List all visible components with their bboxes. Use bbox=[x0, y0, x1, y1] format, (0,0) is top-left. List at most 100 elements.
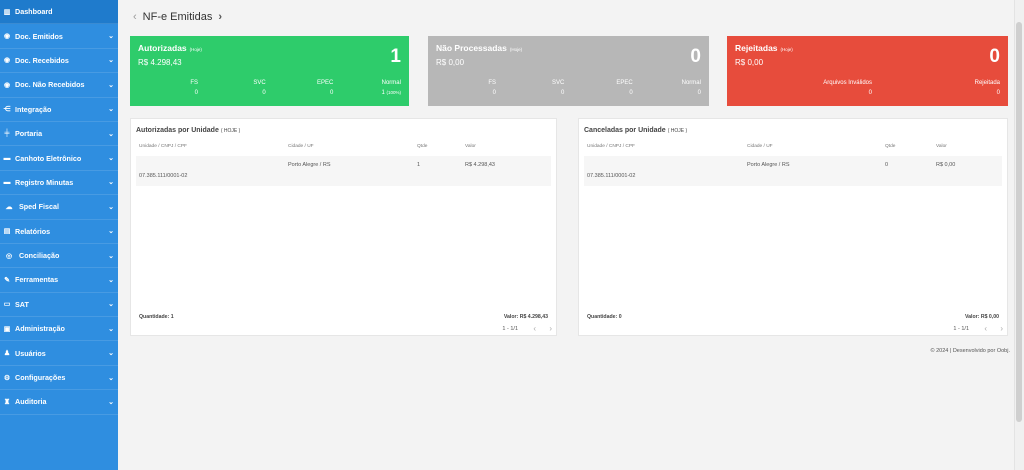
eye-icon: ◎ bbox=[5, 252, 13, 260]
sidebar-item-label: Usuários bbox=[15, 348, 46, 358]
cell-qtde: 0 bbox=[885, 162, 889, 168]
sidebar-item-configuracoes[interactable]: ⚙ Configurações ⌄ bbox=[0, 366, 118, 391]
sidebar-item-label: SAT bbox=[15, 299, 29, 309]
panel-autorizadas-por-unidade: Autorizadas por Unidade( HOJE ) Unidade … bbox=[130, 118, 557, 336]
circle-icon: ◉ bbox=[3, 57, 11, 65]
sidebar-item-usuarios[interactable]: ♟ Usuários ⌄ bbox=[0, 341, 118, 366]
sidebar-item-portaria[interactable]: ╪ Portaria ⌄ bbox=[0, 122, 118, 147]
card-autorizadas[interactable]: Autorizadas (Hoje) R$ 4.298,43 1 FS 0 SVC 0… bbox=[130, 36, 409, 106]
col-header-valor: Valor bbox=[936, 144, 947, 149]
binoculars-icon: ♜ bbox=[3, 398, 11, 406]
chevron-down-icon: ⌄ bbox=[108, 374, 114, 382]
sidebar-item-doc-nao-recebidos[interactable]: ◉ Doc. Não Recebidos ⌄ bbox=[0, 73, 118, 98]
footer-credit: © 2024 | Desenvolvido por Oobj. bbox=[930, 348, 1010, 354]
card-breakdown: FS 0 SVC 0 EPEC 0 Normal 0 bbox=[436, 80, 701, 96]
card-amount: R$ 0,00 bbox=[436, 58, 465, 67]
card-breakdown: FS 0 SVC 0 EPEC 0 Normal 1 (100%) bbox=[138, 80, 401, 96]
chevron-down-icon: ⌄ bbox=[108, 106, 114, 114]
page-title: NF-e Emitidas bbox=[142, 11, 213, 23]
sidebar-item-dashboard[interactable]: ▥ Dashboard bbox=[0, 0, 118, 25]
sidebar-item-conciliacao[interactable]: ◎ Conciliação ⌄ bbox=[0, 244, 118, 269]
sidebar-item-ferramentas[interactable]: ✎ Ferramentas ⌄ bbox=[0, 268, 118, 293]
sidebar: ▥ Dashboard ◉ Doc. Emitidos ⌄ ◉ Doc. Recebidos… bbox=[0, 0, 118, 470]
forward-arrow-icon[interactable]: › bbox=[218, 11, 222, 23]
card-amount: R$ 0,00 bbox=[735, 58, 764, 67]
sidebar-item-integracao[interactable]: ⋲ Integração ⌄ bbox=[0, 98, 118, 122]
list-icon: ▤ bbox=[3, 228, 11, 236]
truck-icon: ▬ bbox=[3, 154, 11, 162]
sidebar-item-registro-minutas[interactable]: ▬ Registro Minutas ⌄ bbox=[0, 171, 118, 196]
cell-cidade: Porto Alegre / RS bbox=[288, 162, 331, 168]
sidebar-item-label: Administração bbox=[15, 324, 65, 334]
panel-title: Autorizadas por Unidade( HOJE ) bbox=[136, 127, 241, 134]
breakdown-rejeitada: Rejeitada 0 bbox=[974, 80, 1000, 96]
chevron-down-icon: ⌄ bbox=[108, 276, 114, 284]
valor-total: Valor: R$ 0,00 bbox=[964, 314, 999, 320]
table-row[interactable] bbox=[136, 156, 551, 186]
pagination-info: 1 - 1/1 bbox=[953, 326, 969, 332]
col-header-cidade: Cidade / UF bbox=[747, 144, 773, 149]
sidebar-item-label: Canhoto Eletrônico bbox=[15, 153, 82, 163]
sidebar-item-label: Doc. Recebidos bbox=[15, 55, 69, 65]
circle-icon: ◉ bbox=[3, 33, 11, 41]
next-page-icon[interactable]: › bbox=[1000, 324, 1003, 333]
sidebar-item-label: Integração bbox=[15, 104, 52, 114]
cell-unidade: 07.385.111/0001-02 bbox=[139, 173, 188, 179]
scrollbar-thumb[interactable] bbox=[1016, 22, 1022, 422]
sidebar-item-canhoto-eletronico[interactable]: ▬ Canhoto Eletrônico ⌄ bbox=[0, 146, 118, 171]
quantidade-total: Quantidade: 0 bbox=[587, 314, 622, 320]
cell-cidade: Porto Alegre / RS bbox=[747, 162, 790, 168]
breakdown-fs: FS 0 bbox=[488, 80, 496, 96]
sidebar-item-sped-fiscal[interactable]: ☁ Sped Fiscal ⌄ bbox=[0, 195, 118, 220]
sidebar-item-doc-recebidos[interactable]: ◉ Doc. Recebidos ⌄ bbox=[0, 49, 118, 74]
card-title: Não Processadas (Hoje) bbox=[436, 43, 523, 53]
cell-qtde: 1 bbox=[417, 162, 421, 168]
sidebar-item-label: Dashboard bbox=[15, 7, 53, 17]
back-arrow-icon[interactable]: ‹ bbox=[133, 11, 137, 23]
card-title: Autorizadas (Hoje) bbox=[138, 43, 202, 53]
breakdown-arquivos-invalidos: Arquivos Inválidos 0 bbox=[823, 80, 872, 96]
card-rejeitadas[interactable]: Rejeitadas (Hoje) R$ 0,00 0 Arquivos Invá… bbox=[727, 36, 1008, 106]
panel-title: Canceladas por Unidade( HOJE ) bbox=[584, 127, 688, 134]
sidebar-item-relatorios[interactable]: ▤ Relatórios ⌄ bbox=[0, 220, 118, 244]
briefcase-icon: ▣ bbox=[3, 325, 11, 333]
chevron-down-icon: ⌄ bbox=[108, 33, 114, 41]
col-header-qtde: Qtde bbox=[417, 144, 428, 149]
card-count: 0 bbox=[690, 46, 701, 67]
sidebar-item-label: Portaria bbox=[15, 129, 43, 139]
circle-icon: ◉ bbox=[3, 81, 11, 89]
prev-page-icon[interactable]: ‹ bbox=[533, 324, 536, 333]
card-title: Rejeitadas (Hoje) bbox=[735, 43, 793, 53]
gears-icon: ⚙ bbox=[3, 374, 11, 382]
cloud-icon: ☁ bbox=[5, 203, 13, 211]
quantidade-total: Quantidade: 1 bbox=[139, 314, 174, 320]
table-row[interactable] bbox=[584, 156, 1002, 186]
sidebar-item-auditoria[interactable]: ♜ Auditoria ⌄ bbox=[0, 390, 118, 415]
sidebar-item-doc-emitidos[interactable]: ◉ Doc. Emitidos ⌄ bbox=[0, 24, 118, 49]
chevron-down-icon: ⌄ bbox=[108, 325, 114, 333]
chevron-down-icon: ⌄ bbox=[108, 350, 114, 358]
page-header: ‹ NF-e Emitidas › bbox=[133, 9, 222, 25]
next-page-icon[interactable]: › bbox=[549, 324, 552, 333]
card-nao-processadas[interactable]: Não Processadas (Hoje) R$ 0,00 0 FS 0 SVC 0… bbox=[428, 36, 709, 106]
col-header-qtde: Qtde bbox=[885, 144, 896, 149]
pagination-info: 1 - 1/1 bbox=[502, 326, 518, 332]
sidebar-item-administracao[interactable]: ▣ Administração ⌄ bbox=[0, 317, 118, 342]
chevron-down-icon: ⌄ bbox=[108, 57, 114, 65]
chevron-down-icon: ⌄ bbox=[108, 179, 114, 187]
truck-icon: ▬ bbox=[3, 178, 11, 186]
wrench-icon: ✎ bbox=[4, 276, 10, 284]
prev-page-icon[interactable]: ‹ bbox=[984, 324, 987, 333]
valor-total: Valor: R$ 4.298,43 bbox=[503, 314, 548, 320]
sidebar-item-label: Doc. Emitidos bbox=[15, 31, 63, 41]
sat-icon: ▭ bbox=[3, 301, 11, 309]
sidebar-item-label: Configurações bbox=[15, 373, 66, 383]
sidebar-item-label: Doc. Não Recebidos bbox=[15, 80, 85, 90]
sidebar-item-label: Sped Fiscal bbox=[19, 202, 59, 212]
sidebar-item-sat[interactable]: ▭ SAT ⌄ bbox=[0, 293, 118, 318]
page-scrollbar[interactable] bbox=[1014, 0, 1024, 470]
breakdown-normal: Normal 0 bbox=[681, 80, 701, 96]
sidebar-item-label: Registro Minutas bbox=[15, 177, 74, 187]
gate-icon: ╪ bbox=[4, 130, 10, 138]
sidebar-item-label: Conciliação bbox=[19, 251, 60, 261]
